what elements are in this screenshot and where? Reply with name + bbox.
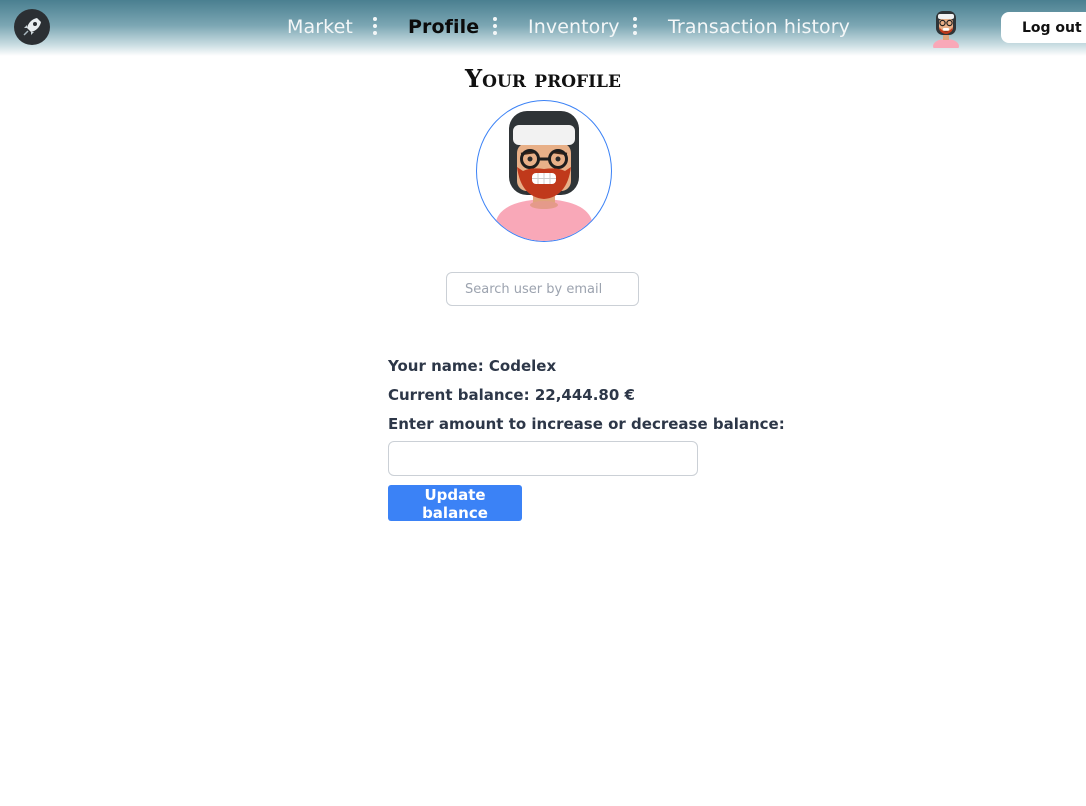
nav-separator	[373, 17, 377, 37]
logout-button[interactable]: Log out	[1001, 12, 1086, 43]
user-name-text: Your name: Codelex	[388, 357, 557, 375]
nav-link-profile[interactable]: Profile	[408, 16, 479, 38]
amount-label: Enter amount to increase or decrease bal…	[388, 415, 785, 433]
top-navbar: Market Profile Inventory Transaction his…	[0, 0, 1086, 56]
nav-link-inventory[interactable]: Inventory	[528, 16, 620, 38]
nav-link-transaction-history[interactable]: Transaction history	[668, 16, 850, 38]
search-user-input[interactable]	[446, 272, 639, 306]
page-title: Your profile	[465, 64, 621, 93]
nav-separator	[493, 17, 497, 37]
user-avatar-icon[interactable]	[928, 8, 964, 53]
nav-separator	[633, 17, 637, 37]
nav-link-market[interactable]: Market	[287, 16, 353, 38]
profile-avatar	[476, 100, 612, 242]
update-balance-button[interactable]: Update balance	[388, 485, 522, 522]
nav-menu: Market Profile Inventory Transaction his…	[0, 0, 1086, 56]
amount-input[interactable]	[388, 441, 698, 476]
current-balance-text: Current balance: 22,444.80 €	[388, 386, 635, 404]
